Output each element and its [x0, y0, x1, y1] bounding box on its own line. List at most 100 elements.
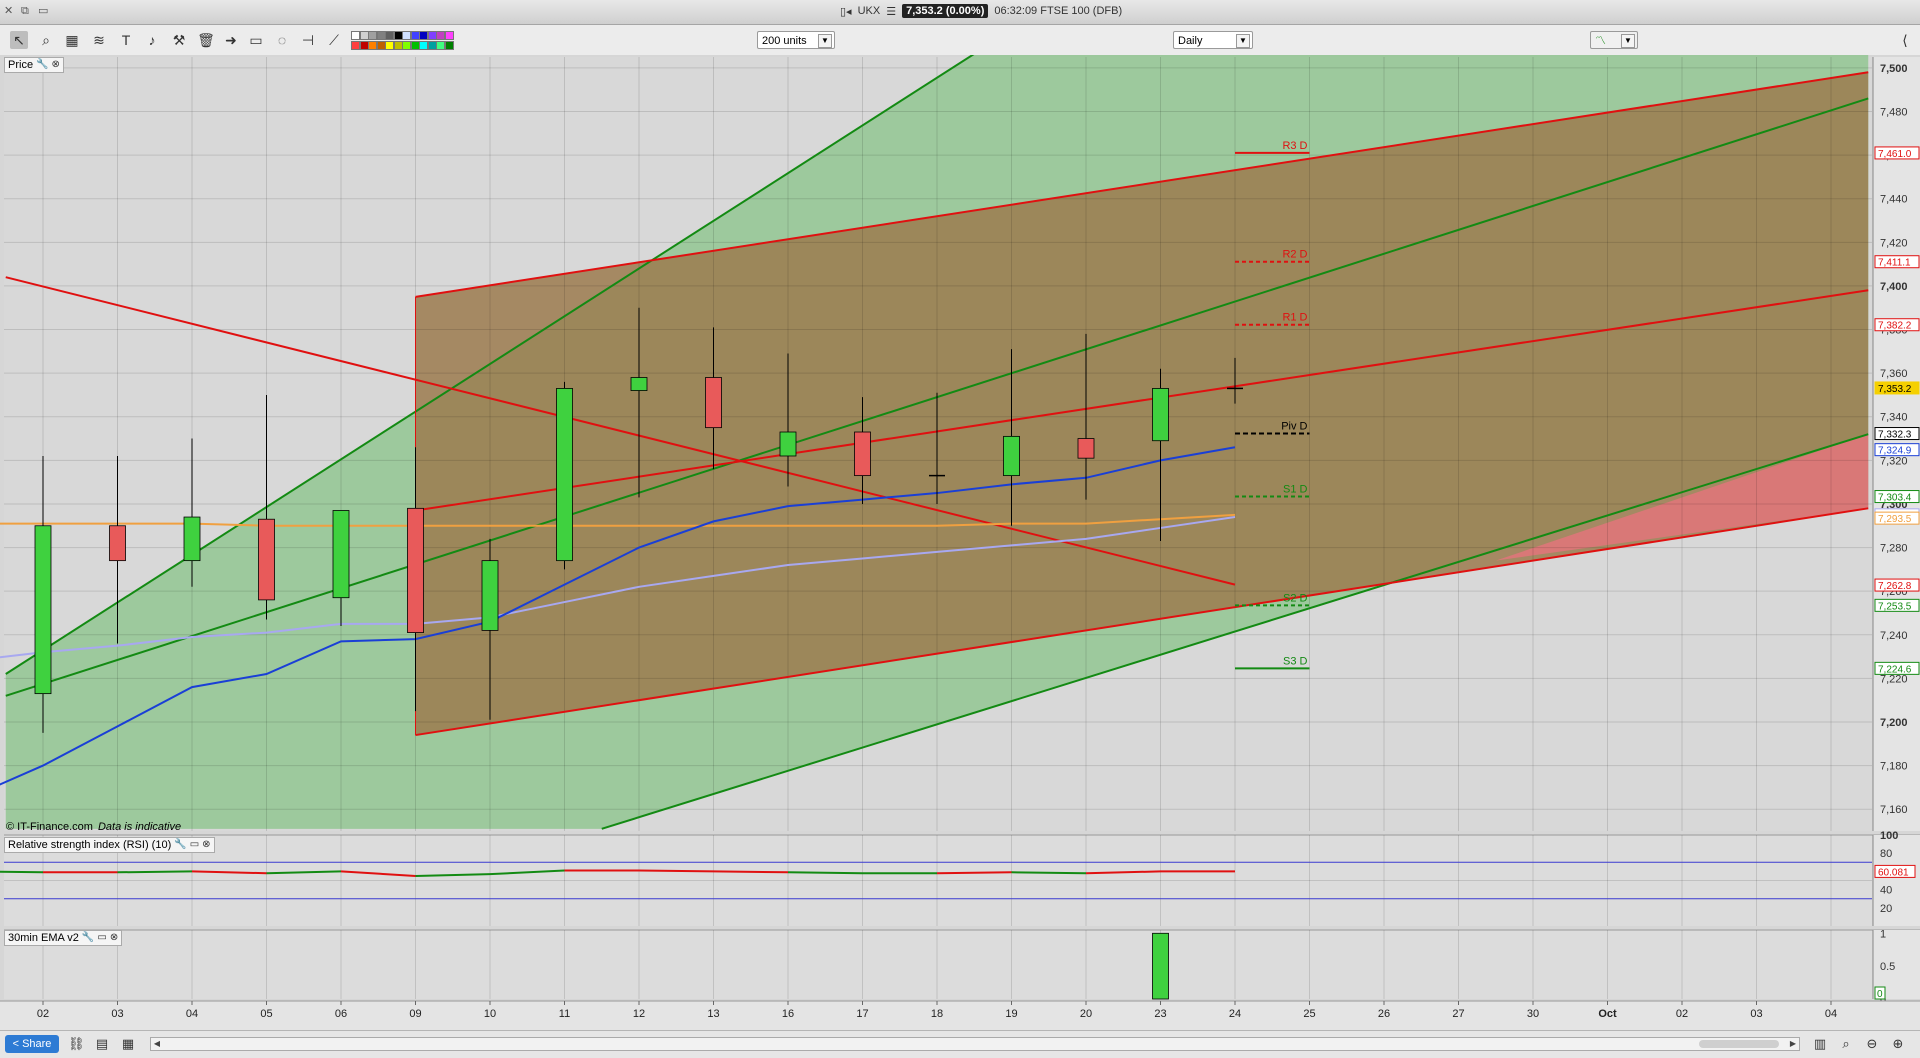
maximize-panel-icon[interactable]: ▭ [97, 931, 106, 945]
x-tick-label: 09 [409, 1008, 421, 1020]
chart-area[interactable]: R3 D R2 D R1 D Piv D S1 D S2 D S3 D 7,160 7,180 7… [0, 55, 1920, 1030]
delete-trash-icon[interactable]: 🗑 [197, 31, 215, 49]
minimize-window-icon[interactable]: ⧉ [21, 5, 33, 17]
fibonacci-tool-icon[interactable]: ≋ [90, 31, 108, 49]
pivot-level-label: R2 D [1282, 249, 1307, 261]
ellipse-tool-icon[interactable]: ◌ [273, 31, 291, 49]
rsi-line-segment [936, 871, 1012, 875]
price-tag-label: 7,461.0 [1878, 149, 1912, 160]
pointer-tool-icon[interactable]: ↖ [10, 31, 28, 49]
link-icon[interactable]: ⛓ [68, 1036, 85, 1052]
zoom-fit-icon[interactable]: ⌕ [1838, 1036, 1854, 1052]
zoom-tool-icon[interactable]: ⌕ [37, 31, 55, 49]
ema30-value-tag-label: 0 [1877, 989, 1883, 1000]
share-button-label: Share [22, 1038, 52, 1050]
x-tick-label: 06 [335, 1008, 347, 1020]
candle-body [109, 525, 126, 562]
wrench-icon[interactable]: 🔧 [36, 58, 48, 72]
close-panel-icon[interactable]: ⊗ [110, 931, 118, 945]
zoom-in-icon[interactable]: ⊕ [1890, 1036, 1906, 1052]
x-tick-label: 18 [931, 1008, 943, 1020]
candle-body [481, 560, 499, 631]
units-select[interactable]: 200 units ▼ [757, 31, 835, 49]
side-panel-toggle-icon[interactable]: ⟨ [1896, 31, 1914, 49]
candle-body [1152, 388, 1169, 442]
rsi-panel-label: Relative strength index (RSI) (10) 🔧 ▭ ⊗ [4, 837, 215, 853]
layout-icon[interactable]: ▦ [120, 1036, 136, 1052]
scroll-left-icon[interactable]: ◀ [151, 1038, 163, 1050]
maximize-panel-icon[interactable]: ▭ [190, 838, 199, 852]
close-window-icon[interactable]: ✕ [4, 5, 16, 17]
x-tick-label: 12 [633, 1008, 645, 1020]
candle-body [258, 518, 275, 601]
candle-body [630, 377, 648, 391]
rsi-tick-label: 40 [1880, 885, 1892, 897]
x-tick-label: 03 [1750, 1008, 1762, 1020]
price-tick-label: 7,360 [1880, 368, 1908, 380]
chevron-down-icon: ▼ [1621, 34, 1635, 48]
hammer-tool-icon[interactable]: ⚒ [170, 31, 188, 49]
zoom-out-icon[interactable]: ⊖ [1864, 1036, 1880, 1052]
wrench-icon[interactable]: 🔧 [82, 931, 94, 945]
candle-body [1077, 438, 1095, 459]
scroll-right-icon[interactable]: ▶ [1787, 1038, 1799, 1050]
x-tick-label: 10 [484, 1008, 496, 1020]
pin-window-icon[interactable]: ▭ [38, 5, 50, 17]
color-swatch[interactable] [444, 31, 454, 40]
x-tick-label: 04 [186, 1008, 198, 1020]
price-tag-label: 7,411.1 [1878, 258, 1911, 269]
broadcast-icon: ▯◂ [840, 5, 852, 18]
symbol-label: UKX [857, 5, 881, 17]
price-panel: R3 D R2 D R1 D Piv D S1 D S2 D S3 D 7,160 7,180 7… [0, 55, 1920, 831]
x-tick-label: 02 [37, 1008, 49, 1020]
window-controls: ✕ ⧉ ▭ [4, 5, 50, 17]
price-tag-label: 7,224.6 [1878, 664, 1912, 675]
alert-bell-icon[interactable]: ♪ [143, 31, 161, 49]
rectangle-tool-icon[interactable]: ▭ [247, 31, 265, 49]
chart-style-icon[interactable]: ▦ [63, 31, 81, 49]
price-tick-label: 7,160 [1880, 804, 1908, 816]
ema30-tick-label: 1 [1880, 928, 1886, 940]
share-button[interactable]: < Share [5, 1035, 59, 1053]
horizontal-scrollbar[interactable]: ◀ ▶ [150, 1037, 1800, 1051]
chevron-down-icon: ▼ [818, 34, 832, 48]
title-bar: ✕ ⧉ ▭ ▯◂ UKX ☰ 7,353.2 (0.00%) 06:32:09 … [0, 0, 1920, 25]
template-icon[interactable]: ▤ [94, 1036, 110, 1052]
scrollbar-thumb[interactable] [1699, 1040, 1779, 1048]
rsi-line-segment [117, 870, 193, 874]
x-tick-label: 19 [1005, 1008, 1017, 1020]
price-tick-label: 7,340 [1880, 412, 1908, 424]
price-tick-label: 7,420 [1880, 237, 1908, 249]
x-tick-label: 04 [1825, 1008, 1837, 1020]
horizontal-line-tool-icon[interactable]: ⊣ [299, 31, 317, 49]
rsi-line-segment [0, 870, 44, 874]
pivot-level-label: S2 D [1283, 592, 1308, 604]
candle-body [556, 388, 573, 562]
close-panel-icon[interactable]: ⊗ [52, 58, 60, 72]
rsi-line-segment [638, 869, 714, 873]
list-icon: ☰ [886, 5, 897, 18]
color-swatch[interactable] [444, 41, 454, 50]
pivot-level-label: Piv D [1281, 421, 1307, 433]
rsi-tick-label: 100 [1880, 830, 1898, 842]
price-tag-label: 7,332.3 [1878, 430, 1912, 441]
x-tick-label: 23 [1154, 1008, 1166, 1020]
price-tick-label: 7,500 [1880, 63, 1908, 75]
arrow-tool-icon[interactable]: ➜ [222, 31, 240, 49]
close-panel-icon[interactable]: ⊗ [202, 838, 210, 852]
x-tick-label: 03 [111, 1008, 123, 1020]
text-tool-icon[interactable]: T [117, 31, 135, 49]
ema30-tick-label: 0.5 [1880, 961, 1895, 973]
candle-body [1003, 435, 1020, 477]
rsi-tick-label: 20 [1880, 903, 1892, 915]
trendline-tool-icon[interactable]: ⟋ [325, 31, 343, 49]
price-tag-label: 7,382.2 [1878, 321, 1912, 332]
price-tag-label: 7,324.9 [1878, 446, 1912, 457]
indicator-menu-button[interactable]: 〽 ▼ [1590, 31, 1638, 49]
wrench-icon[interactable]: 🔧 [174, 838, 186, 852]
x-tick-label: Oct [1598, 1008, 1617, 1020]
candle-body [779, 431, 797, 457]
period-select[interactable]: Daily ▼ [1173, 31, 1253, 49]
price-tick-label: 7,180 [1880, 761, 1908, 773]
chart-type-icon[interactable]: ▥ [1812, 1036, 1828, 1052]
